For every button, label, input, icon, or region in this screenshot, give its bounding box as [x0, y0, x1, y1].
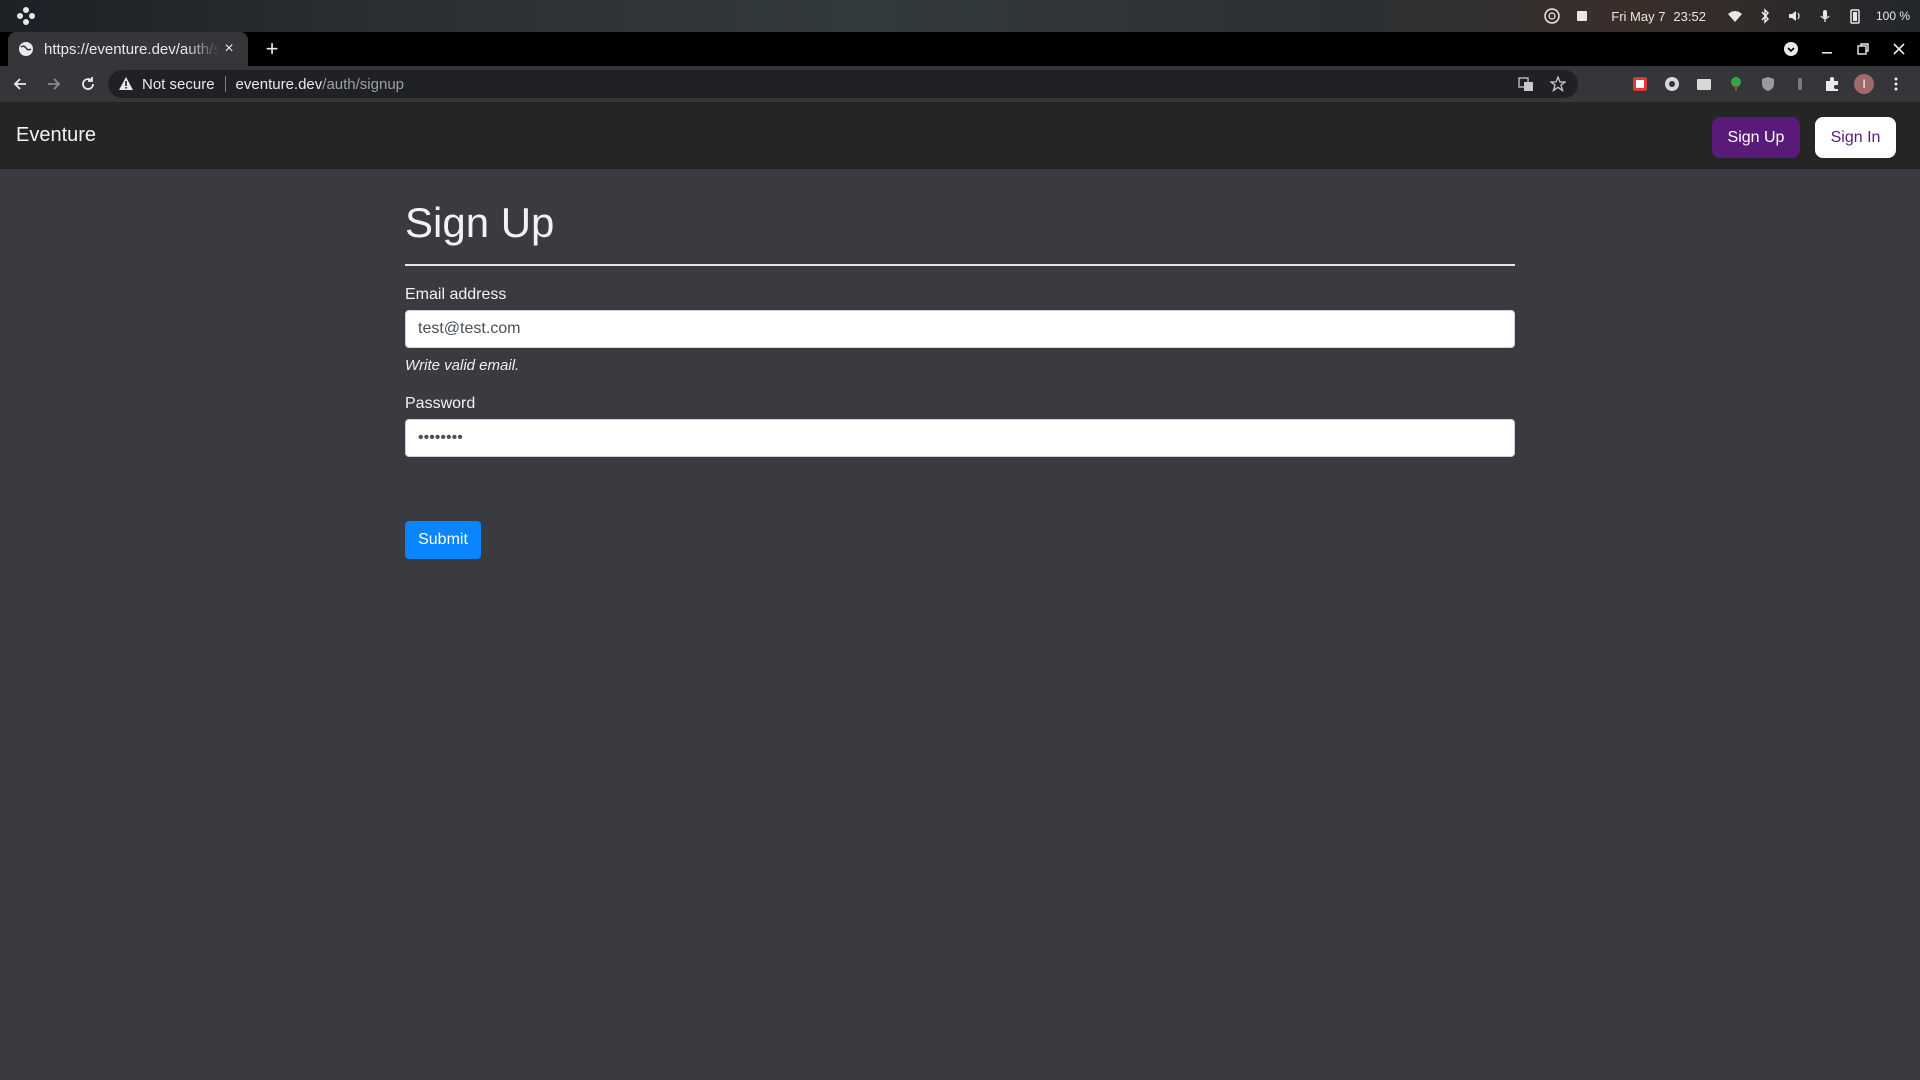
security-label[interactable]: Not secure — [142, 76, 215, 93]
volume-icon[interactable] — [1786, 7, 1804, 25]
globe-icon — [18, 41, 34, 57]
app-navbar: Eventure Sign Up Sign In — [0, 102, 1920, 169]
microphone-icon[interactable] — [1816, 7, 1834, 25]
title-divider — [405, 264, 1515, 266]
chip-icon[interactable] — [1573, 7, 1591, 25]
extension-shield-icon[interactable] — [1758, 74, 1778, 94]
profile-avatar[interactable]: I — [1854, 74, 1874, 94]
password-label: Password — [405, 395, 476, 412]
address-actions — [1516, 74, 1568, 94]
bookmark-star-icon[interactable] — [1548, 74, 1568, 94]
address-separator — [224, 76, 226, 92]
translate-icon[interactable] — [1516, 74, 1536, 94]
new-tab-button[interactable]: + — [260, 36, 284, 61]
battery-icon[interactable] — [1846, 7, 1864, 25]
extensions-puzzle-icon[interactable] — [1822, 74, 1842, 94]
forward-icon[interactable] — [40, 70, 68, 98]
email-field[interactable] — [405, 310, 1515, 348]
bluetooth-icon[interactable] — [1756, 7, 1774, 25]
os-clock[interactable]: Fri May 7 23:52 — [1611, 9, 1706, 24]
battery-percent: 100 % — [1875, 9, 1910, 23]
url-path: /auth/signup — [322, 75, 405, 93]
submit-button[interactable]: Submit — [405, 521, 481, 559]
restore-icon[interactable] — [1852, 38, 1874, 60]
url-host: eventure.dev — [235, 75, 323, 93]
tab-strip: https://eventure.dev/auth/signup × + — [0, 32, 1920, 66]
close-window-icon[interactable] — [1888, 38, 1910, 60]
extensions-row: I — [1630, 70, 1906, 98]
os-status-area: Fri May 7 23:52 100 % — [1543, 0, 1910, 32]
tab-search-icon[interactable] — [1780, 38, 1802, 60]
os-top-bar: Fri May 7 23:52 100 % — [0, 0, 1920, 32]
nav-signup-button[interactable]: Sign Up — [1712, 117, 1800, 158]
tab-close-icon[interactable]: × — [220, 40, 238, 58]
signup-form: Sign Up Email address Write valid email.… — [405, 169, 1515, 559]
window-controls — [1780, 32, 1910, 66]
minimize-icon[interactable] — [1816, 38, 1838, 60]
email-label: Email address — [405, 286, 507, 303]
address-bar[interactable]: Not secure eventure.dev/auth/signup — [108, 70, 1578, 98]
os-time: 23:52 — [1673, 8, 1706, 24]
password-field[interactable] — [405, 419, 1515, 457]
tab-signup[interactable]: https://eventure.dev/auth/signup × — [8, 32, 248, 66]
email-hint: Write valid email. — [405, 357, 520, 374]
tab-title: https://eventure.dev/auth/signup — [44, 40, 220, 58]
nav-signin-button[interactable]: Sign In — [1815, 117, 1896, 158]
browser-toolbar: Not secure eventure.dev/auth/signup I — [0, 66, 1920, 102]
extension-grey-icon[interactable] — [1790, 74, 1810, 94]
os-date: Fri May 7 — [1611, 8, 1666, 24]
extension-folder-icon[interactable] — [1694, 74, 1714, 94]
obs-icon[interactable] — [1543, 7, 1561, 25]
extension-tree-icon[interactable] — [1726, 74, 1746, 94]
page-title: Sign Up — [405, 199, 555, 246]
back-icon[interactable] — [6, 70, 34, 98]
warning-icon[interactable] — [118, 76, 134, 92]
browser-menu-icon[interactable] — [1886, 74, 1906, 94]
wifi-icon[interactable] — [1726, 7, 1744, 25]
reload-icon[interactable] — [74, 70, 102, 98]
os-menu-icon[interactable] — [16, 6, 36, 26]
extension-red-icon[interactable] — [1630, 74, 1650, 94]
extension-circle-icon[interactable] — [1662, 74, 1682, 94]
brand-logo[interactable]: Eventure — [16, 124, 96, 147]
